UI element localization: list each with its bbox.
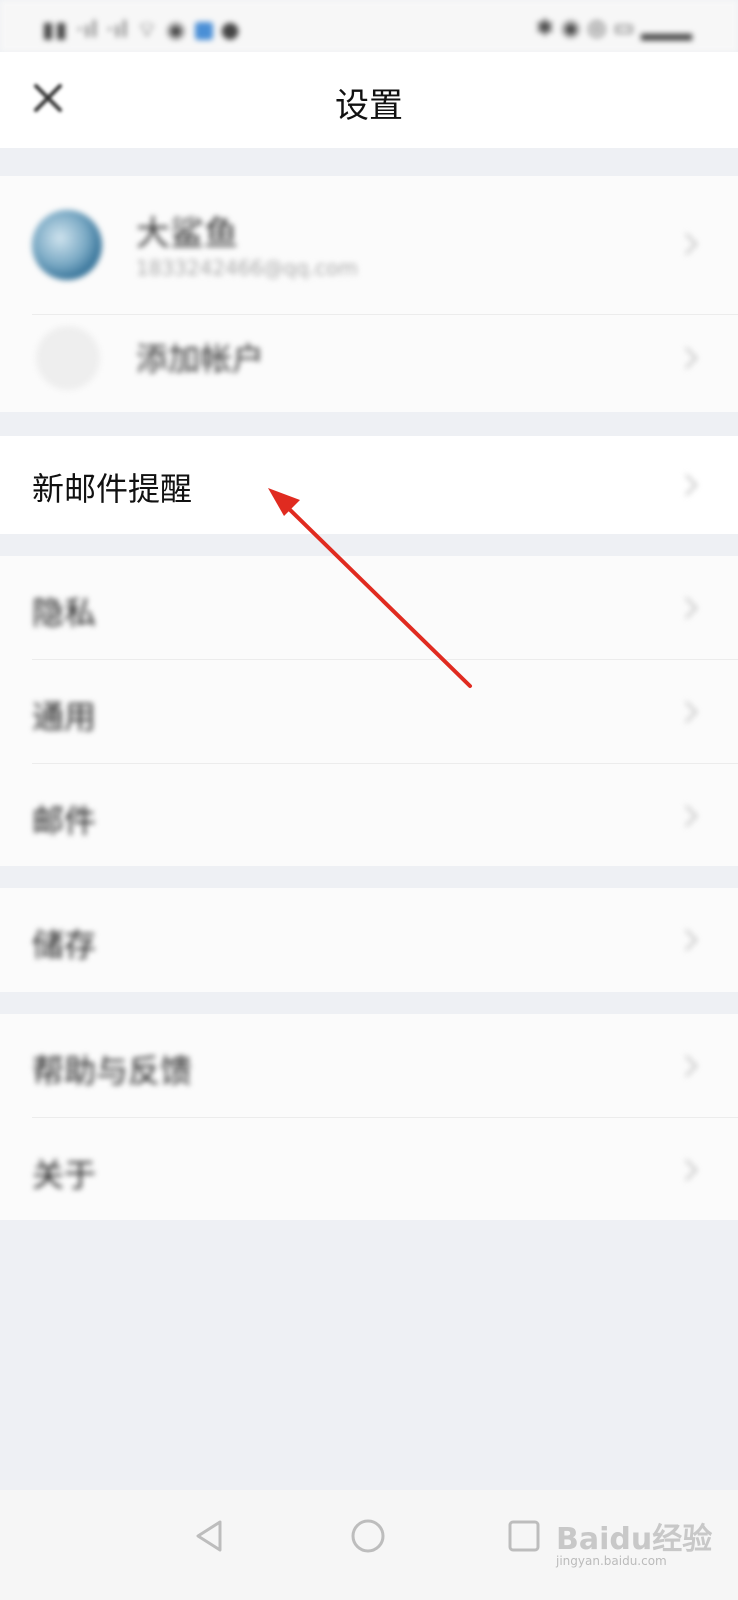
storage-row[interactable]: 储存 [0, 888, 738, 992]
privacy-row[interactable]: 隐私 [0, 556, 738, 659]
notification-group: 新邮件提醒 [0, 436, 738, 534]
watermark-text: Baidu经验 [556, 1522, 713, 1557]
storage-label: 储存 [32, 926, 97, 964]
new-mail-alert-row[interactable]: 新邮件提醒 [0, 436, 738, 534]
home-circle-icon[interactable] [348, 1516, 388, 1556]
chevron-right-icon [685, 474, 698, 496]
storage-group: 储存 [0, 888, 738, 992]
mail-row[interactable]: 邮件 [0, 764, 738, 866]
add-account-label: 添加帐户 [136, 340, 265, 378]
baidu-watermark: Baidu经验 jingyan.baidu.com [556, 1514, 712, 1568]
about-label: 关于 [32, 1156, 97, 1194]
avatar [32, 210, 102, 280]
account-name: 大鲨鱼 [136, 214, 238, 254]
account-group: 大鲨鱼 1833242466@qq.com 添加帐户 [0, 176, 738, 412]
chevron-right-icon [685, 233, 698, 255]
recent-square-icon[interactable] [504, 1516, 544, 1556]
account-row[interactable]: 大鲨鱼 1833242466@qq.com [0, 176, 738, 314]
app-notification-icon [194, 22, 213, 40]
status-left: ▮▮ ·ıl ·ıl ⌔ ◉ ● [42, 18, 241, 43]
about-row[interactable]: 关于 [0, 1118, 738, 1220]
chevron-right-icon [685, 805, 698, 827]
general-row[interactable]: 通用 [0, 660, 738, 763]
system-nav-bar: Baidu经验 jingyan.baidu.com [0, 1490, 738, 1600]
settings-group: 隐私 通用 邮件 [0, 556, 738, 866]
status-right: ✱ ◉ ◎ ▭ ▂▂▂ [535, 16, 692, 41]
status-bar: ▮▮ ·ıl ·ıl ⌔ ◉ ● ✱ ◉ ◎ ▭ ▂▂▂ [0, 0, 738, 52]
help-feedback-label: 帮助与反馈 [32, 1052, 193, 1090]
general-label: 通用 [32, 698, 97, 736]
chevron-right-icon [685, 701, 698, 723]
title-bar: 设置 [0, 52, 738, 148]
chevron-right-icon [685, 1055, 698, 1077]
help-feedback-row[interactable]: 帮助与反馈 [0, 1014, 738, 1117]
help-group: 帮助与反馈 关于 [0, 1014, 738, 1220]
mail-label: 邮件 [32, 802, 97, 840]
privacy-label: 隐私 [32, 594, 97, 632]
chevron-right-icon [685, 929, 698, 951]
chevron-right-icon [685, 597, 698, 619]
chevron-right-icon [685, 1159, 698, 1181]
add-account-row[interactable]: 添加帐户 [0, 296, 738, 412]
back-triangle-icon[interactable] [190, 1516, 230, 1556]
account-email: 1833242466@qq.com [136, 256, 358, 280]
page-title: 设置 [335, 86, 403, 126]
new-mail-alert-label: 新邮件提醒 [32, 470, 193, 508]
chevron-right-icon [685, 347, 698, 369]
add-account-icon [36, 326, 100, 390]
